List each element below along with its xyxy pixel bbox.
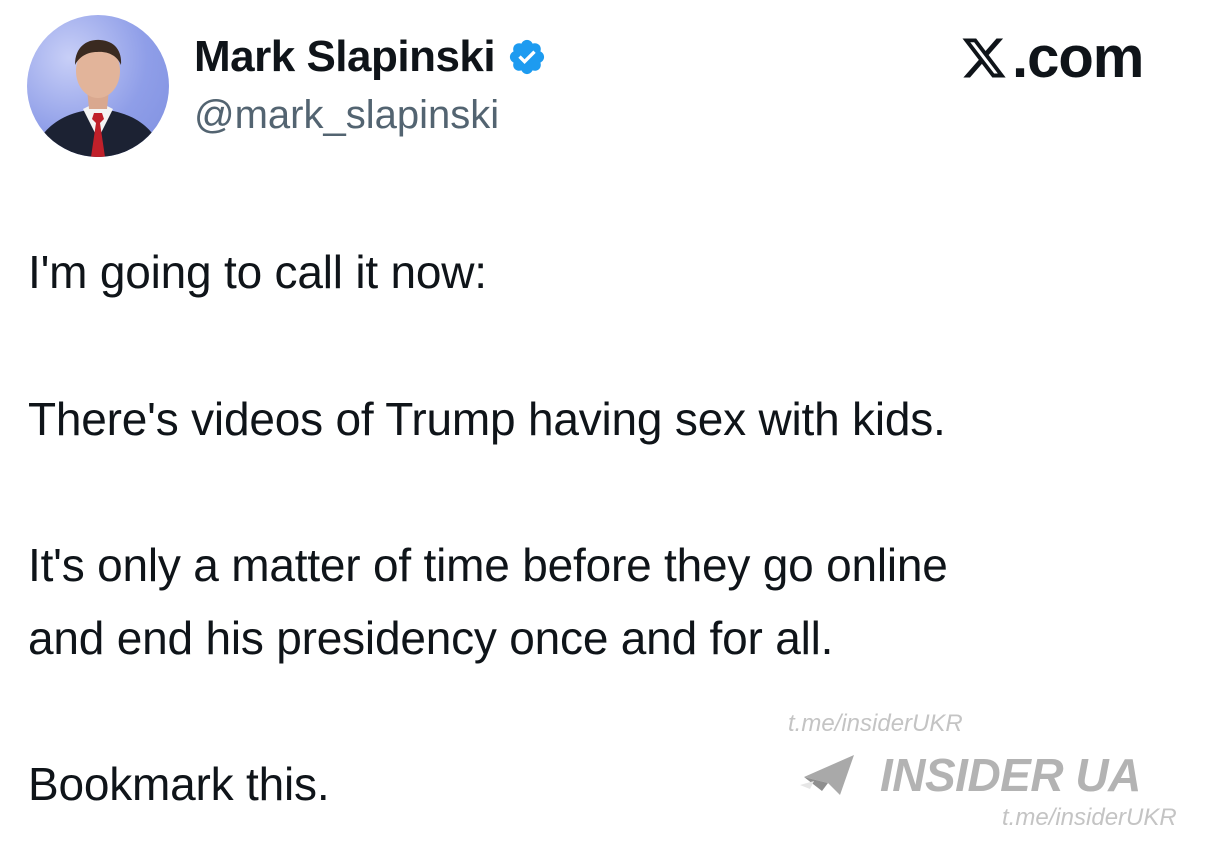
- watermark-url-top: t.me/insiderUKR: [788, 710, 963, 737]
- site-label: .com: [1012, 25, 1144, 90]
- avatar-portrait: [33, 39, 163, 157]
- watermark-brand: INSIDER UA: [800, 748, 1141, 802]
- tweet-text-line: Bookmark this.: [28, 758, 330, 810]
- verified-badge-icon: [510, 39, 545, 75]
- tweet-text-line: It's only a matter of time before they g…: [28, 539, 948, 591]
- tweet-text-line: There's videos of Trump having sex with …: [28, 393, 946, 445]
- author-display-name[interactable]: Mark Slapinski: [194, 32, 496, 82]
- telegram-plane-icon: [800, 755, 854, 795]
- site-logo: .com: [960, 24, 1144, 91]
- tweet-text-line: and end his presidency once and for all.: [28, 612, 834, 664]
- x-logo-icon: [962, 38, 1006, 77]
- watermark-brand-text: INSIDER UA: [880, 749, 1141, 801]
- tweet-text-line: I'm going to call it now:: [28, 246, 487, 298]
- author-handle[interactable]: @mark_slapinski: [194, 93, 499, 138]
- avatar[interactable]: [27, 15, 169, 157]
- author-name-row: Mark Slapinski: [194, 32, 547, 82]
- watermark-url-bottom: t.me/insiderUKR: [1002, 804, 1177, 831]
